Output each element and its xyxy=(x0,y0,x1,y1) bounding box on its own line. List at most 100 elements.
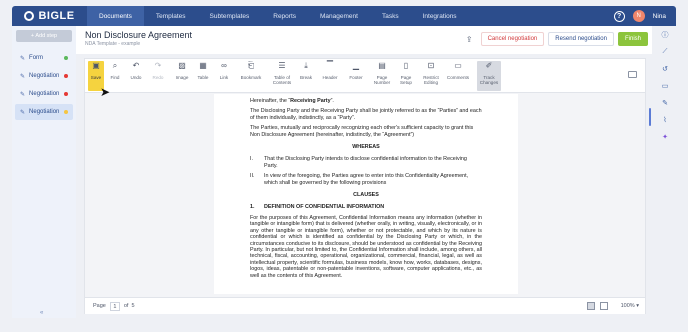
chat-icon[interactable]: ▭ xyxy=(654,77,676,94)
comment-icon: ▭ xyxy=(454,61,462,70)
header-icon: ▔ xyxy=(326,61,334,70)
workflow-sidebar: + Add step ✎ Form ✎ Negotiation ✎ Negoti… xyxy=(12,26,76,318)
toc-button[interactable]: ☰ Table of Contents xyxy=(269,61,295,91)
web-layout-icon[interactable] xyxy=(599,302,608,310)
track-changes-button[interactable]: ✐ Track Changes xyxy=(477,61,501,91)
tool-label: Table of Contents xyxy=(272,75,292,85)
right-rail: ⓘ ⟋ ↺ ▭ ✎ ⌇ ✦ xyxy=(654,26,676,318)
page-total: 5 xyxy=(131,303,135,309)
restrict-editing-button[interactable]: ⊡ Restrict Editing xyxy=(420,61,442,91)
tool-label: Image xyxy=(175,75,189,80)
page-setup-icon: ▯ xyxy=(403,61,409,70)
undo-icon: ↶ xyxy=(132,61,140,70)
link-button[interactable]: ∞ Link xyxy=(216,61,232,91)
tool-label: Footer xyxy=(349,75,363,80)
tool-label: Track Changes xyxy=(479,75,499,85)
finish-button[interactable]: Finish xyxy=(617,32,648,46)
nav-management[interactable]: Management xyxy=(308,6,370,26)
nav-tasks[interactable]: Tasks xyxy=(370,6,411,26)
step-negotiation-1[interactable]: ✎ Negotiation xyxy=(15,68,73,84)
heading-whereas: WHEREAS xyxy=(352,144,380,151)
page-setup-button[interactable]: ▯ Page Setup xyxy=(397,61,415,91)
nav-documents[interactable]: Documents xyxy=(87,6,144,26)
list-item: II. In view of the foregoing, the Parties… xyxy=(250,173,469,186)
mouse-cursor-icon: ➤ xyxy=(100,85,111,99)
nav-subtemplates[interactable]: Subtemplates xyxy=(198,6,262,26)
step-label: Negotiation xyxy=(29,73,60,79)
page-number-button[interactable]: ▤ Page Number xyxy=(371,61,393,91)
document-editor: ▣ Save ⌕ Find ↶ Undo ↷ Redo ▨ Image ▦ Table ∞ L… xyxy=(84,58,646,314)
tool-label: Table xyxy=(197,75,209,80)
nav-templates[interactable]: Templates xyxy=(144,6,198,26)
cancel-negotiation-button[interactable]: Cancel negotiation xyxy=(480,32,545,46)
avatar[interactable]: N xyxy=(632,10,645,22)
tool-label: Comments xyxy=(446,75,470,80)
nav-reports[interactable]: Reports xyxy=(261,6,308,26)
tool-label: Page Setup xyxy=(399,75,412,85)
help-icon[interactable]: ? xyxy=(613,10,625,22)
notes-icon[interactable]: ✎ xyxy=(654,94,676,111)
history-icon[interactable]: ↺ xyxy=(654,60,676,77)
user-name[interactable]: Nina xyxy=(653,13,666,20)
top-navigation-bar: BIGLE Documents Templates Subtemplates R… xyxy=(12,6,676,26)
ai-assistant-icon[interactable]: ✦ xyxy=(654,128,676,145)
search-icon: ⌕ xyxy=(112,61,118,70)
step-negotiation-2[interactable]: ✎ Negotiation xyxy=(15,86,73,102)
step-label: Negotiation xyxy=(29,91,60,97)
tool-label: Header xyxy=(322,75,338,80)
paragraph-receiving-party: Hereinafter, the “Receiving Party”. xyxy=(250,98,334,104)
header-button[interactable]: ▔ Header xyxy=(320,61,340,91)
attachment-icon[interactable]: ⌇ xyxy=(654,111,676,128)
undo-button[interactable]: ↶ Undo xyxy=(128,61,144,91)
tool-label: Restrict Editing xyxy=(423,75,439,85)
resend-negotiation-button[interactable]: Resend negotiation xyxy=(548,32,614,46)
pen-icon: ✎ xyxy=(20,55,26,62)
editor-footer: Page 1 of 5 100% ▾ xyxy=(85,297,645,314)
bookmark-icon: ⎗ xyxy=(247,61,255,70)
page-title: Non Disclosure Agreement xyxy=(85,30,193,40)
comments-button[interactable]: ▭ Comments xyxy=(445,61,471,91)
main-nav: Documents Templates Subtemplates Reports… xyxy=(87,6,469,26)
zoom-dropdown[interactable]: 100% ▾ xyxy=(621,303,639,309)
footer-button[interactable]: ▁ Footer xyxy=(346,61,366,91)
table-button[interactable]: ▦ Table xyxy=(195,61,211,91)
bookmark-button[interactable]: ⎗ Bookmark xyxy=(238,61,264,91)
add-step-button[interactable]: + Add step xyxy=(16,30,72,42)
collapse-sidebar-icon[interactable]: « xyxy=(40,310,43,316)
tool-label: Redo xyxy=(152,75,164,80)
analytics-icon[interactable]: ⟋ xyxy=(654,43,676,60)
page-input[interactable]: 1 xyxy=(109,301,120,311)
pen-icon: ✎ xyxy=(20,91,26,98)
pen-icon: ✎ xyxy=(20,73,26,80)
brand-name: BIGLE xyxy=(38,10,75,22)
tool-label: Link xyxy=(219,75,229,80)
link-icon: ∞ xyxy=(221,61,227,70)
paragraph-recognizing: The Parties, mutually and reciprocally r… xyxy=(250,125,474,138)
redo-icon: ↷ xyxy=(154,61,162,70)
logo-mark-icon xyxy=(24,11,35,21)
print-layout-icon[interactable] xyxy=(586,302,595,310)
tool-label: Bookmark xyxy=(240,75,262,80)
upload-icon[interactable]: ⇪ xyxy=(466,35,473,44)
status-dot xyxy=(64,92,68,96)
document-scrollbar[interactable] xyxy=(649,108,651,126)
document-page[interactable]: Hereinafter, the “Receiving Party”. The … xyxy=(214,94,518,294)
step-form[interactable]: ✎ Form xyxy=(15,50,73,66)
break-button[interactable]: ⤓ Break xyxy=(298,61,314,91)
redo-button[interactable]: ↷ Redo xyxy=(150,61,166,91)
image-button[interactable]: ▨ Image xyxy=(174,61,190,91)
paragraph-parties: The Disclosing Party and the Receiving P… xyxy=(250,108,482,121)
panel-toggle-icon[interactable] xyxy=(628,71,637,78)
page-label: Page xyxy=(93,303,106,309)
step-negotiation-3[interactable]: ✎ Negotiation xyxy=(15,104,73,120)
tool-label: Page Number xyxy=(373,75,391,85)
info-icon[interactable]: ⓘ xyxy=(654,26,676,43)
tool-label: Undo xyxy=(130,75,142,80)
nav-integrations[interactable]: Integrations xyxy=(411,6,469,26)
bigle-logo[interactable]: BIGLE xyxy=(12,6,87,26)
save-icon: ▣ xyxy=(92,61,100,70)
status-dot xyxy=(64,74,68,78)
document-header: Non Disclosure Agreement NDA Template - … xyxy=(76,26,652,54)
lock-icon: ⊡ xyxy=(427,61,435,70)
table-of-contents-icon: ☰ xyxy=(278,61,286,70)
